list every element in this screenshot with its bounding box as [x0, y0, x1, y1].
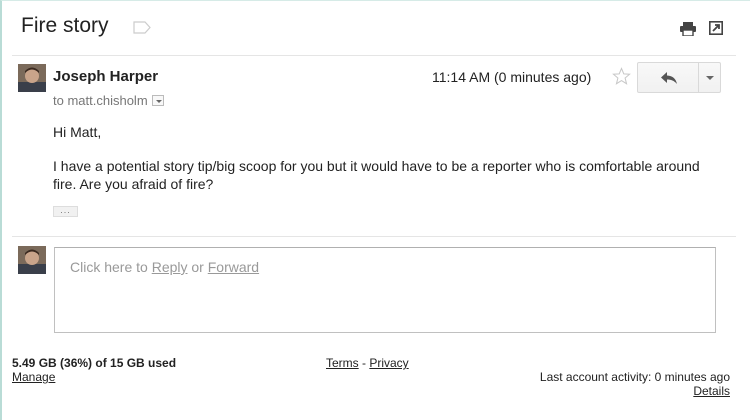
star-icon[interactable]	[612, 67, 631, 86]
sender-name[interactable]: Joseph Harper	[53, 68, 158, 85]
reply-box[interactable]: Click here to Reply or Forward	[54, 247, 716, 333]
header-divider	[12, 55, 736, 56]
privacy-link[interactable]: Privacy	[369, 356, 408, 370]
legal-separator: -	[358, 356, 370, 370]
manage-storage-link[interactable]: Manage	[12, 370, 55, 384]
reply-button[interactable]	[637, 62, 699, 93]
reply-avatar	[18, 246, 46, 274]
show-trimmed-content-button[interactable]: ...	[53, 206, 78, 217]
recipient-text: to matt.chisholm	[53, 93, 148, 108]
sender-avatar[interactable]	[18, 64, 46, 92]
reply-link[interactable]: Reply	[152, 259, 188, 275]
show-details-dropdown[interactable]	[151, 95, 164, 106]
message-greeting: Hi Matt,	[53, 124, 102, 140]
thread-subject: Fire story	[21, 14, 109, 37]
message-body: I have a potential story tip/big scoop f…	[53, 158, 700, 192]
legal-links: Terms - Privacy	[326, 356, 409, 370]
forward-link[interactable]: Forward	[208, 259, 259, 275]
terms-link[interactable]: Terms	[326, 356, 359, 370]
new-window-icon[interactable]	[709, 21, 723, 35]
reply-prompt: Click here to Reply or Forward	[70, 259, 259, 275]
storage-usage: 5.49 GB (36%) of 15 GB used	[12, 356, 177, 370]
reply-arrow-icon	[661, 72, 677, 84]
more-options-button[interactable]	[698, 62, 721, 93]
activity-details-link[interactable]: Details	[693, 384, 730, 398]
print-icon[interactable]	[680, 22, 696, 36]
label-icon[interactable]	[133, 21, 151, 34]
message-timestamp: 11:14 AM (0 minutes ago)	[432, 69, 592, 85]
message-divider	[12, 236, 736, 237]
reply-prompt-or: or	[187, 259, 208, 275]
last-account-activity: Last account activity: 0 minutes ago	[539, 370, 730, 384]
reply-prompt-prefix: Click here to	[70, 259, 152, 275]
recipient-line: to matt.chisholm	[53, 93, 164, 108]
